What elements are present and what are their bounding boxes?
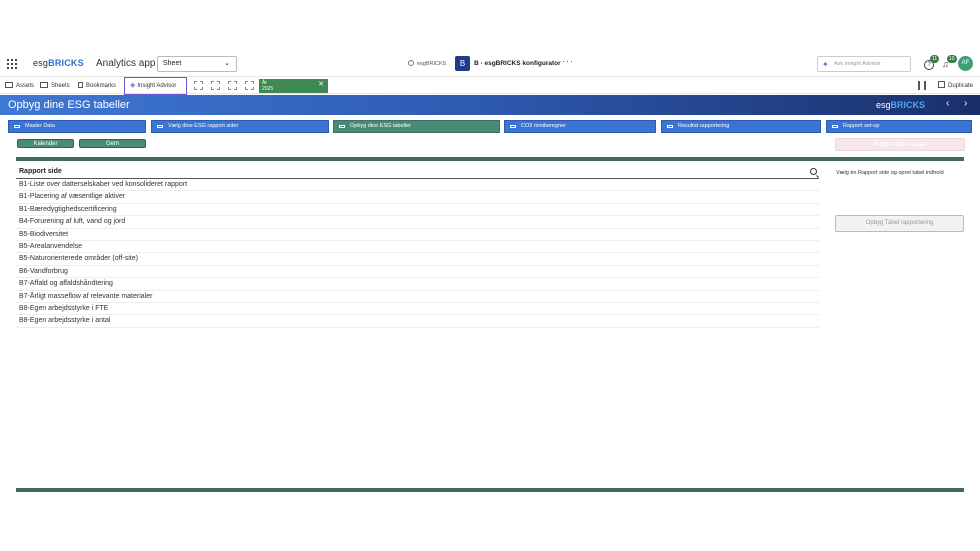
list-item[interactable]: B1-Bæredygtighedscertificering [16,204,819,217]
nav-resultat-rapportering[interactable]: Resultat rapportering [661,120,821,133]
gem-button[interactable]: Gem [79,139,146,148]
chevron-right-icon[interactable]: › [964,98,967,109]
close-icon[interactable]: ✕ [318,81,324,88]
nav-opbyg-esg-tabeller[interactable]: Opbyg dine ESG tabeller [333,120,500,133]
selection-chip-ar[interactable]: År 2025 ✕ [259,79,328,93]
help-badge: 11 [930,55,940,63]
list-item[interactable]: B5-Biodiversitet [16,229,819,241]
list-item[interactable]: B6-Vandforbrug [16,266,819,279]
list-item[interactable]: B7-Affald og affaldshåndtering [16,278,819,291]
list-item[interactable]: B7-Årligt masseflow af relevante materia… [16,291,819,303]
avatar[interactable]: AF [958,56,973,71]
selection-back-icon[interactable] [211,81,220,90]
clear-selections-icon[interactable] [245,81,254,90]
more-icon[interactable]: ··· [562,56,574,66]
banner-logo: esgBRICKS [876,100,926,110]
list-item[interactable]: B5-Arealanvendelse [16,241,819,254]
sheet-icon [14,125,20,128]
insight-advisor-button[interactable]: ◈ Insight Advisor [124,77,187,95]
rapport-side-list: Rapport side B1-Liste over datterselskab… [16,166,819,328]
sheets-button[interactable]: Sheets [40,80,70,92]
sheet-icon [510,125,516,128]
diamond-icon: ◈ [130,82,136,89]
list-header: Rapport side [16,166,819,179]
nav-master-data[interactable]: Master Data [8,120,146,133]
chevron-left-icon[interactable]: ‹ [946,98,949,109]
page-title: Opbyg dine ESG tabeller [8,99,130,111]
person-icon [408,60,414,66]
list-item[interactable]: B8-Egen arbejdsstyrke i FTE [16,303,819,316]
sheets-icon [40,82,48,88]
kalender-button[interactable]: Kalender [17,139,74,148]
bookmark-icon [78,82,83,88]
toolbar: Assets Sheets Bookmarks ◈ Insight Advisor… [0,76,980,95]
divider-top [16,157,964,161]
top-bar: esgBRICKS Analytics app Sheet ⌄ esgBRICKS… [0,52,980,76]
list-item[interactable]: B1-Placering af væsentlige aktiver [16,191,819,204]
app-name: Analytics app [96,58,156,69]
ask-insight-advisor-input[interactable]: ✦ Ask Insight Advisor [817,56,911,72]
assets-icon [5,82,13,88]
sheet-icon [667,125,673,128]
list-item[interactable]: B4-Forurening af luft, vand og jord [16,216,819,229]
app-title: B - esgBRICKS konfigurator [474,60,561,67]
sheet-icon [157,125,163,128]
rapport-side-opsaet-button: Rapport side opsæt [835,138,965,151]
selection-forward-icon[interactable] [228,81,237,90]
duplicate-button[interactable]: Duplicate [938,81,973,89]
sparkle-icon: ✦ [822,60,829,69]
notifications-badge: 10 [947,55,957,63]
duplicate-icon [938,81,945,88]
chart-icon[interactable] [918,81,926,90]
nav-co2-miniberegner[interactable]: CO2 miniberegner [504,120,656,133]
opbyg-tabel-rapportering-button: Opbyg Tabel rapportering [835,215,964,232]
instruction-text: Vælg én Rapport side og opret tabel indh… [836,170,944,176]
selection-chip-value: 2025 [262,86,274,92]
divider-bottom [16,488,964,492]
nav-vaelg-rapport-sider[interactable]: Vælg dine ESG rapport sider [151,120,329,133]
app-grid-icon[interactable] [7,59,17,69]
sheet-icon [339,125,345,128]
search-icon[interactable] [810,168,817,175]
sheet-icon [832,125,838,128]
nav-rapport-set-up[interactable]: Rapport set-up [826,120,972,133]
page-banner: Opbyg dine ESG tabeller esgBRICKS ‹ › [0,95,980,115]
esgbricks-logo: esgBRICKS [33,58,84,68]
list-item[interactable]: B1-Liste over datterselskaber ved konsol… [16,179,819,192]
list-item[interactable]: B8-Egen arbejdsstyrke i antal [16,315,819,328]
chevron-down-icon: ⌄ [224,60,230,67]
user-chip: esgBRICKS [408,60,446,67]
assets-button[interactable]: Assets [5,80,34,92]
app-root: esgBRICKS Analytics app Sheet ⌄ esgBRICKS… [0,0,980,551]
bookmarks-button[interactable]: Bookmarks [78,80,116,92]
list-item[interactable]: B5-Naturorienterede områder (off-site) [16,253,819,266]
app-badge-icon: B [455,56,470,71]
smart-search-icon[interactable] [194,81,203,90]
sheet-select[interactable]: Sheet ⌄ [157,56,237,72]
